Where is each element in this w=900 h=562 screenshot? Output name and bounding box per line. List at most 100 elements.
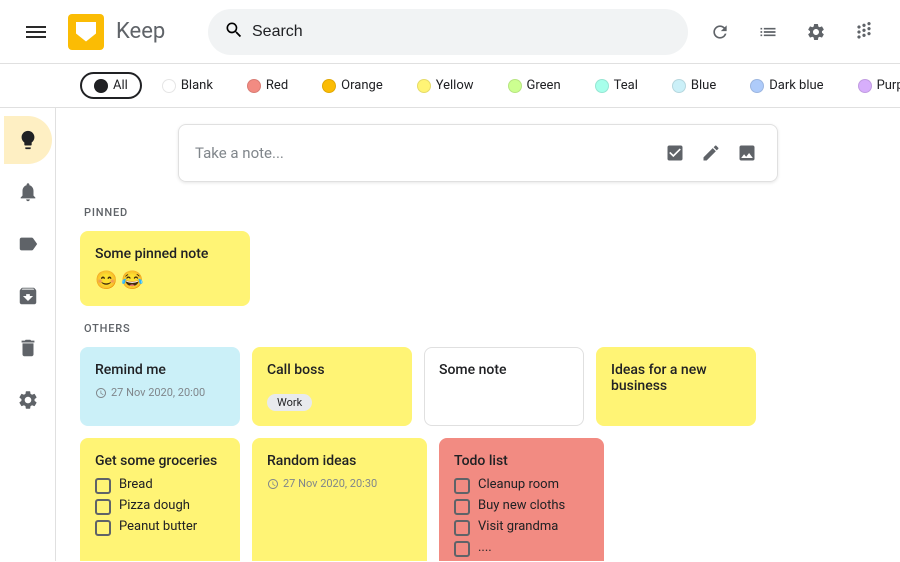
filter-label-all: All xyxy=(113,78,128,93)
filter-chip-dark-blue[interactable]: Dark blue xyxy=(736,72,837,99)
filter-chip-yellow[interactable]: Yellow xyxy=(403,72,488,99)
hamburger-button[interactable] xyxy=(16,12,56,52)
filter-label-blue: Blue xyxy=(691,78,716,93)
sidebar-item-archive[interactable] xyxy=(4,272,52,320)
checkbox-bread[interactable] xyxy=(95,478,111,494)
note-card-pinned-1[interactable]: Some pinned note 😊 😂 xyxy=(80,231,250,306)
note-title-groceries: Get some groceries xyxy=(95,453,225,469)
search-bar[interactable] xyxy=(208,9,688,55)
filter-label-yellow: Yellow xyxy=(436,78,474,93)
note-title-pinned-1: Some pinned note xyxy=(95,246,235,262)
checkbox-peanut[interactable] xyxy=(95,520,111,536)
filter-chip-all[interactable]: All xyxy=(80,72,142,99)
note-card-groceries[interactable]: Get some groceries Bread Pizza dough Pea… xyxy=(80,438,240,561)
checkbox-icon[interactable] xyxy=(661,139,689,167)
check-label-peanut: Peanut butter xyxy=(119,519,197,534)
others-label: OTHERS xyxy=(80,322,876,335)
filter-chip-red[interactable]: Red xyxy=(233,72,302,99)
topbar: Keep xyxy=(0,0,900,64)
note-input-actions xyxy=(661,139,761,167)
check-label-cloths: Buy new cloths xyxy=(478,498,565,513)
filter-chip-blank[interactable]: Blank xyxy=(148,72,227,99)
filter-chip-purple[interactable]: Purple xyxy=(844,72,900,99)
note-card-call-boss[interactable]: Call boss Work xyxy=(252,347,412,426)
checkbox-dots-1[interactable] xyxy=(454,541,470,557)
list-view-button[interactable] xyxy=(748,12,788,52)
filter-dot-teal xyxy=(595,79,609,93)
settings-button[interactable] xyxy=(796,12,836,52)
check-label-bread: Bread xyxy=(119,477,153,492)
filter-chip-green[interactable]: Green xyxy=(494,72,575,99)
note-title-random-ideas: Random ideas xyxy=(267,453,412,469)
search-icon xyxy=(224,20,244,44)
checkbox-grandma[interactable] xyxy=(454,520,470,536)
others-notes-grid: Remind me 27 Nov 2020, 20:00 Call boss W… xyxy=(80,347,876,561)
pinned-notes-grid: Some pinned note 😊 😂 xyxy=(80,231,876,306)
check-label-cleanup: Cleanup room xyxy=(478,477,559,492)
main-content: Take a note... PINNED Some pinned note xyxy=(56,108,900,561)
main-layout: Take a note... PINNED Some pinned note xyxy=(0,108,900,561)
checklist-item-bread: Bread xyxy=(95,477,225,494)
refresh-button[interactable] xyxy=(700,12,740,52)
app-title: Keep xyxy=(116,19,165,44)
pinned-label: PINNED xyxy=(80,206,876,219)
note-input[interactable]: Take a note... xyxy=(178,124,778,182)
note-date-text-remind-me: 27 Nov 2020, 20:00 xyxy=(111,386,205,399)
filter-dot-yellow xyxy=(417,79,431,93)
check-label-dots-1: .... xyxy=(478,540,492,555)
filter-label-green: Green xyxy=(527,78,561,93)
checkbox-cleanup[interactable] xyxy=(454,478,470,494)
checklist-item-grandma: Visit grandma xyxy=(454,519,589,536)
filter-chip-teal[interactable]: Teal xyxy=(581,72,652,99)
filter-label-red: Red xyxy=(266,78,288,93)
filter-label-blank: Blank xyxy=(181,78,213,93)
sidebar-item-notes[interactable] xyxy=(4,116,52,164)
sidebar xyxy=(0,108,56,561)
note-title-ideas-business: Ideas for a new business xyxy=(611,362,741,394)
note-tag-work: Work xyxy=(267,386,397,411)
filter-dot-orange xyxy=(322,79,336,93)
note-title-todo: Todo list xyxy=(454,453,589,469)
filter-dot-blank xyxy=(162,79,176,93)
checkbox-cloths[interactable] xyxy=(454,499,470,515)
filter-dot-all xyxy=(94,79,108,93)
keep-logo xyxy=(68,14,104,50)
checkbox-pizza[interactable] xyxy=(95,499,111,515)
note-title-remind-me: Remind me xyxy=(95,362,225,378)
check-label-grandma: Visit grandma xyxy=(478,519,558,534)
note-card-remind-me[interactable]: Remind me 27 Nov 2020, 20:00 xyxy=(80,347,240,426)
filter-label-orange: Orange xyxy=(341,78,383,93)
filter-chip-orange[interactable]: Orange xyxy=(308,72,397,99)
note-card-random-ideas[interactable]: Random ideas 27 Nov 2020, 20:30 xyxy=(252,438,427,561)
note-title-call-boss: Call boss xyxy=(267,362,397,378)
check-label-pizza: Pizza dough xyxy=(119,498,190,513)
filter-bar: All Blank Red Orange Yellow Green Teal B… xyxy=(0,64,900,108)
note-date-random-ideas: 27 Nov 2020, 20:30 xyxy=(267,477,412,490)
note-card-some-note[interactable]: Some note xyxy=(424,347,584,426)
filter-dot-green xyxy=(508,79,522,93)
emoji-row: 😊 😂 xyxy=(95,270,235,291)
edit-icon[interactable] xyxy=(697,139,725,167)
checklist-item-dots-1: .... xyxy=(454,540,589,557)
apps-button[interactable] xyxy=(844,12,884,52)
search-input[interactable] xyxy=(252,23,672,41)
filter-dot-purple xyxy=(858,79,872,93)
filter-dot-blue xyxy=(672,79,686,93)
filter-label-teal: Teal xyxy=(614,78,638,93)
filter-dot-dark-blue xyxy=(750,79,764,93)
filter-chip-blue[interactable]: Blue xyxy=(658,72,730,99)
image-icon[interactable] xyxy=(733,139,761,167)
emoji-laugh: 😂 xyxy=(121,270,143,291)
filter-label-purple: Purple xyxy=(877,78,900,93)
filter-label-dark-blue: Dark blue xyxy=(769,78,823,93)
sidebar-item-labels[interactable] xyxy=(4,220,52,268)
note-card-ideas-business[interactable]: Ideas for a new business xyxy=(596,347,756,426)
sidebar-item-trash[interactable] xyxy=(4,324,52,372)
checklist-item-pizza: Pizza dough xyxy=(95,498,225,515)
note-date-text-random-ideas: 27 Nov 2020, 20:30 xyxy=(283,477,377,490)
note-input-placeholder: Take a note... xyxy=(195,144,653,162)
note-card-todo[interactable]: Todo list Cleanup room Buy new cloths Vi… xyxy=(439,438,604,561)
sidebar-item-reminders[interactable] xyxy=(4,168,52,216)
sidebar-item-settings[interactable] xyxy=(4,376,52,424)
note-title-some-note: Some note xyxy=(439,362,569,378)
